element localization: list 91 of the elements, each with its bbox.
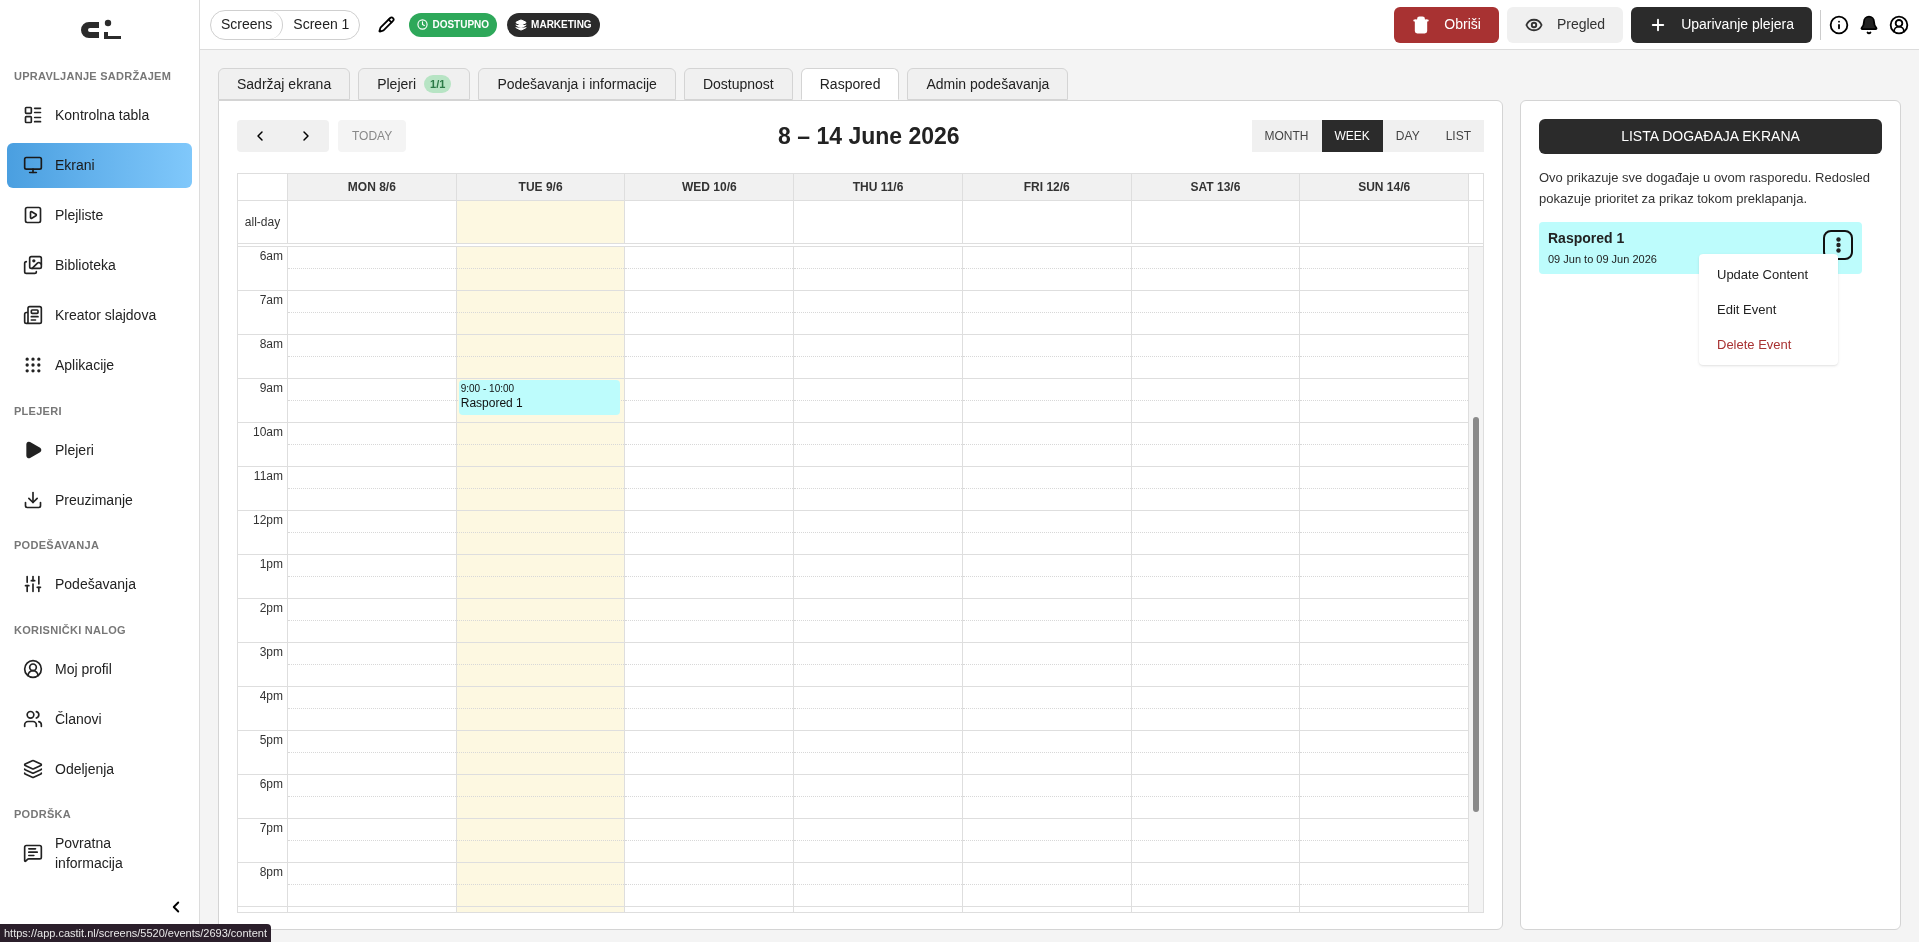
hour-label: 12pm [252,512,283,529]
badge: MARKETING [507,12,600,37]
sidebar-item[interactable]: Plejliste [7,192,192,238]
sidebar-item[interactable]: Biblioteka [7,242,192,288]
sidebar-item[interactable]: Plejeri [7,427,192,472]
toolbar-button[interactable]: Uparivanje plejera [1631,6,1812,43]
play-square-icon [23,205,43,225]
grid-icon [23,355,43,375]
message-icon [23,843,43,863]
hour-label: 6pm [259,776,283,793]
layers-icon [23,758,43,779]
hour-label: 8am [259,336,283,353]
day-header: SUN 14/6 [1300,174,1470,200]
info-icon[interactable] [1829,14,1849,35]
day-header: TUE 9/6 [456,174,626,200]
tab[interactable]: Plejeri 1/1 [358,68,471,100]
trash-icon [1412,15,1431,34]
tab[interactable]: Raspored [800,68,900,100]
event-card-title: Raspored 1 [1548,229,1626,248]
sidebar-item[interactable]: Aplikacije [7,342,192,388]
event-title: Raspored 1 [460,395,524,411]
sidebar-item[interactable]: Odeljenja [7,746,192,791]
more-icon [1835,237,1841,253]
event-card-dates: 09 Jun to 09 Jun 2026 [1548,252,1658,267]
layers-icon [515,18,528,31]
tab[interactable]: Sadržaj ekrana [218,68,351,100]
sidebar-item[interactable]: Kreator slajdova [7,292,192,338]
view-button[interactable]: DAY [1382,120,1433,152]
count-badge: 1/1 [424,74,452,94]
tab[interactable]: Dostupnost [683,68,793,100]
toolbar-button[interactable]: Pregled [1506,6,1624,43]
play-icon [23,439,43,460]
hour-label: 7am [259,292,283,309]
hour-label: 6am [259,248,283,265]
panel-header: LISTA DOGAĐAJA EKRANA [1539,119,1882,154]
clock-icon [417,19,429,30]
section-heading: PLEJERI [13,403,63,419]
menu-item[interactable]: Update Content [1699,257,1838,292]
users-icon [23,708,43,729]
tab[interactable]: Podešavanja i informacije [478,68,676,100]
hour-label: 3pm [259,644,283,661]
sidebar-item[interactable]: Kontrolna tabla [7,92,192,138]
hour-label: 2pm [259,600,283,617]
section-heading: UPRAVLJANJE SADRŽAJEM [13,69,173,84]
description-text: Ovo prikazuje sve događaje u ovom rasporedu. Redosled pokazuje prioritet za prikaz tokom preklapanja. [1539,169,1871,208]
tab[interactable]: Admin podešavanja [907,68,1069,100]
view-button[interactable]: LIST [1432,120,1484,152]
breadcrumb-link[interactable]: Screen 1 [283,10,360,39]
hour-label: 11am [253,468,283,485]
event-time: 9:00 - 10:00 [460,382,516,395]
menu-item[interactable]: Delete Event [1699,327,1838,362]
user-icon[interactable] [1889,14,1909,35]
badge: DOSTUPNO [409,12,498,37]
download-icon [23,489,43,510]
toolbar-button[interactable]: Obriši [1394,6,1499,43]
sidebar-item[interactable]: Moj profil [7,646,192,691]
view-button[interactable]: WEEK [1321,120,1383,152]
breadcrumb-link[interactable]: Screens [211,10,284,39]
sliders-icon [23,574,43,594]
monitor-icon [23,155,43,175]
pencil-icon [378,16,396,33]
sidebar-item[interactable]: Članovi [7,696,192,741]
menu-item[interactable]: Edit Event [1699,292,1838,327]
hour-label: 1pm [259,556,283,573]
list-icon [23,105,43,125]
hour-label: 4pm [259,688,283,705]
user-circle-icon [23,658,43,679]
day-header: MON 8/6 [288,174,457,200]
scrollbar[interactable] [1469,247,1483,912]
hour-label: 9am [259,380,283,397]
day-header: WED 10/6 [625,174,795,200]
hour-label: 10am [252,424,283,441]
sidebar-item[interactable]: Podešavanja [7,561,192,607]
bell-icon[interactable] [1859,14,1879,35]
view-button[interactable]: MONTH [1251,120,1322,152]
day-header: THU 11/6 [794,174,963,200]
section-heading: PODEŠAVANJA [13,538,101,553]
calendar-title: 8 – 14 June 2026 [778,121,960,151]
calendar-event[interactable]: 9:00 - 10:00 Raspored 1 [458,380,621,415]
sidebar-item[interactable]: Povratna informacija [7,830,192,876]
hour-label: 7pm [259,820,283,837]
hour-label: 8pm [259,864,283,881]
images-icon [23,255,43,275]
day-header: SAT 13/6 [1131,174,1301,200]
section-heading: PODRŠKA [13,807,72,822]
newspaper-icon [23,305,43,325]
sidebar-item[interactable]: Ekrani [7,142,192,188]
section-heading: KORISNIČKI NALOG [13,622,127,638]
sidebar-item[interactable]: Preuzimanje [7,477,192,522]
hour-label: 5pm [259,732,283,749]
day-header: FRI 12/6 [962,174,1132,200]
